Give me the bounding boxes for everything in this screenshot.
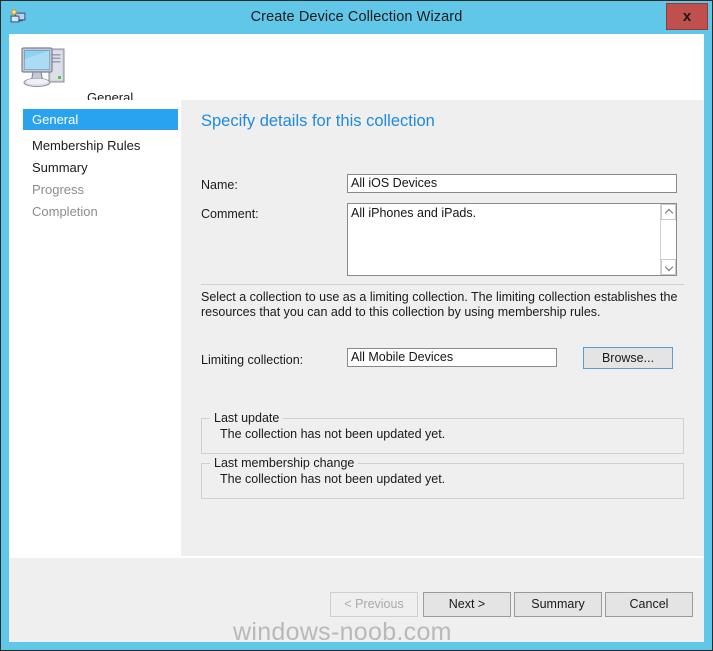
page-title: Specify details for this collection (201, 112, 435, 131)
next-button[interactable]: Next > (423, 592, 511, 617)
last-membership-change-group: Last membership change The collection ha… (201, 463, 684, 499)
last-update-text: The collection has not been updated yet. (220, 427, 445, 441)
name-input[interactable]: All iOS Devices (347, 174, 677, 193)
sidebar-item-summary[interactable]: Summary (23, 157, 178, 178)
content-inner: Specify details for this collection Name… (181, 100, 704, 620)
last-membership-change-legend: Last membership change (210, 456, 358, 470)
chevron-up-icon[interactable] (661, 204, 676, 220)
section-divider (201, 284, 684, 285)
browse-button[interactable]: Browse... (583, 347, 673, 369)
comment-scrollbar[interactable] (660, 204, 676, 275)
page-header: General (9, 34, 704, 100)
window-client-area: General General Membership Rules Summary… (9, 34, 704, 642)
sidebar-item-progress: Progress (23, 179, 178, 200)
sidebar-item-membership-rules[interactable]: Membership Rules (23, 135, 178, 156)
close-button[interactable]: x (666, 3, 708, 30)
summary-button[interactable]: Summary (514, 592, 602, 617)
last-membership-change-text: The collection has not been updated yet. (220, 472, 445, 486)
wizard-footer: < Previous Next > Summary Cancel (9, 556, 704, 642)
limiting-collection-description: Select a collection to use as a limiting… (201, 290, 689, 320)
window-title: Create Device Collection Wizard (1, 1, 712, 34)
comment-label: Comment: (201, 207, 259, 221)
cancel-button[interactable]: Cancel (605, 592, 693, 617)
computer-monitor-icon (18, 41, 74, 93)
last-update-legend: Last update (210, 411, 283, 425)
name-label: Name: (201, 178, 238, 192)
wizard-window: Create Device Collection Wizard x (0, 0, 713, 651)
sidebar-item-completion: Completion (23, 201, 178, 222)
sidebar-item-general[interactable]: General (23, 109, 178, 130)
chevron-down-icon[interactable] (661, 259, 676, 275)
limiting-collection-input[interactable]: All Mobile Devices (347, 348, 557, 367)
previous-button: < Previous (330, 592, 418, 617)
footer-top-rule (9, 556, 704, 558)
last-update-group: Last update The collection has not been … (201, 418, 684, 454)
title-bar: Create Device Collection Wizard x (1, 1, 712, 34)
comment-value: All iPhones and iPads. (351, 205, 651, 221)
limiting-collection-label: Limiting collection: (201, 353, 303, 367)
comment-textarea[interactable]: All iPhones and iPads. (347, 203, 677, 276)
